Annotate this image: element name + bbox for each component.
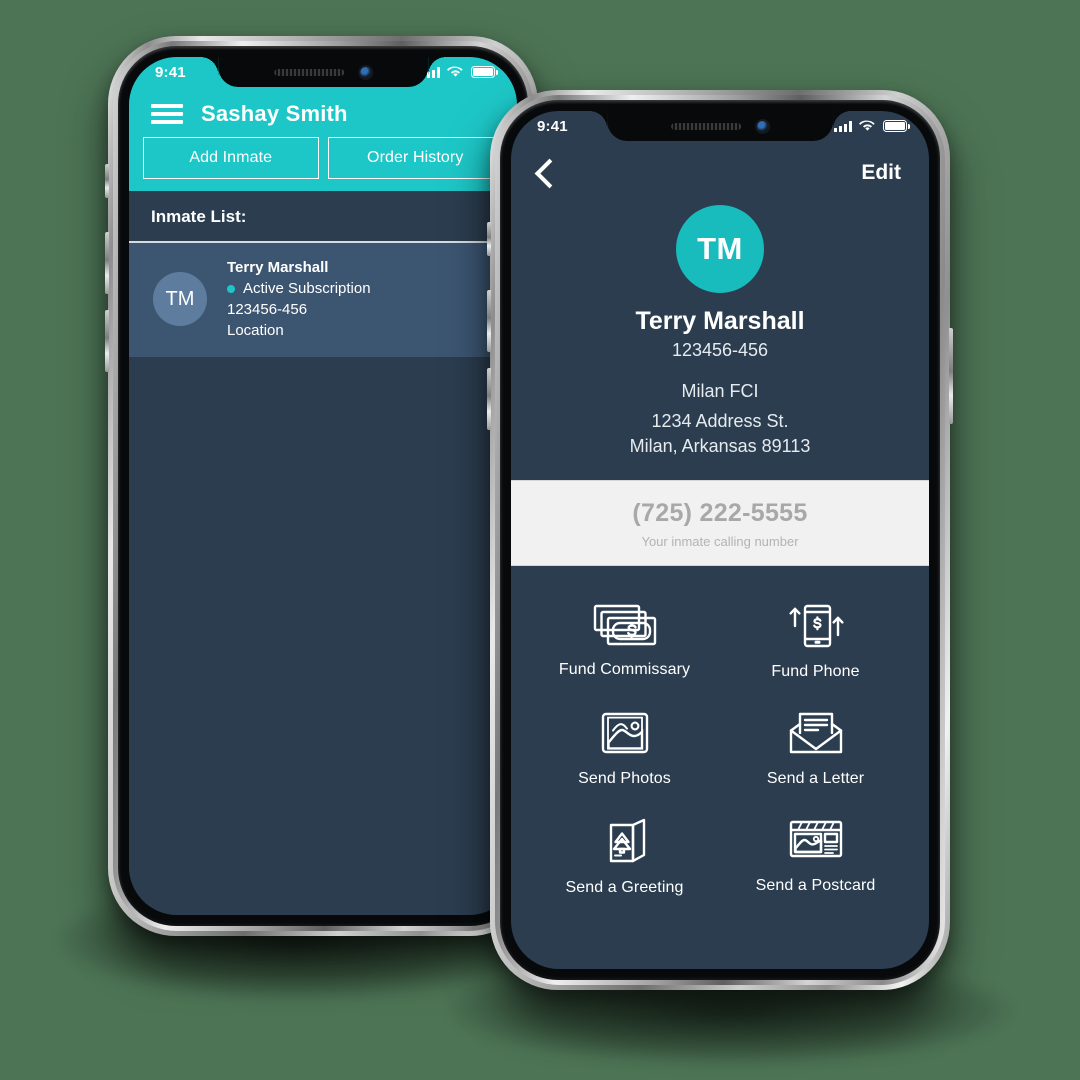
calling-number-caption: Your inmate calling number [641,533,799,549]
inmate-id: 123456-456 [227,301,308,318]
profile-name: Terry Marshall [635,307,805,335]
left-list-empty-area [129,357,517,877]
battery-icon [471,66,498,78]
send-a-postcard-action[interactable]: Send a Postcard [720,806,911,911]
greeting-card-icon [609,818,645,863]
profile-nav-row: Edit [511,141,929,189]
right-phone-volume-down-button[interactable] [487,368,491,430]
action-label: Send a Greeting [565,878,684,896]
status-time: 9:41 [537,117,568,135]
left-phone-volume-up-button[interactable] [105,232,109,294]
address-line-2: Milan, Arkansas 89113 [629,435,811,456]
battery-icon [883,120,910,132]
inmate-list-header: Inmate List: [129,191,517,241]
front-camera-icon [360,66,372,78]
action-label: Send Photos [578,769,671,787]
earpiece-speaker-icon [671,122,742,130]
status-badge: Active Subscription [227,280,371,297]
inmate-location: Location [227,322,284,339]
calling-number-card[interactable]: (725) 222-5555 Your inmate calling numbe… [511,479,929,566]
left-phone-notch [200,57,446,87]
status-dot-icon [227,284,235,293]
address-line-1: 1234 Address St. [651,411,789,432]
earpiece-speaker-icon [274,68,345,76]
wifi-icon [447,66,463,77]
inmate-name: Terry Marshall [227,259,329,276]
left-action-buttons: Add Inmate Order History [129,137,517,179]
photo-icon [601,712,648,754]
action-label: Send a Postcard [755,876,876,894]
edit-button[interactable]: Edit [861,161,901,185]
action-grid: Fund Commissary Fund Phone Send Photos S… [511,566,929,923]
avatar: TM [676,205,764,293]
left-phone-volume-down-button[interactable] [105,310,109,372]
hamburger-menu-icon[interactable] [151,103,183,125]
left-nav-row: Sashay Smith [129,87,517,137]
left-phone-screen: 9:41 Sashay Smith Add Inmate Order Histo… [129,57,517,915]
fund-phone-action[interactable]: Fund Phone [720,592,911,695]
cash-bills-icon [593,604,656,646]
right-phone-volume-up-button[interactable] [487,290,491,352]
phone-dollar-icon [788,604,844,648]
scene: 9:41 Sashay Smith Add Inmate Order Histo… [0,0,1080,1080]
profile-id: 123456-456 [671,340,769,360]
right-phone: 9:41 Edit TM Terry Marshall 123456-456 M… [487,90,953,990]
action-label: Send a Letter [766,769,865,787]
list-item[interactable]: TM Terry Marshall Active Subscription 12… [129,243,517,357]
chevron-left-icon[interactable] [534,158,565,188]
add-inmate-button[interactable]: Add Inmate [143,137,319,179]
right-phone-silence-switch[interactable] [487,222,491,256]
send-a-letter-action[interactable]: Send a Letter [720,699,911,802]
status-label: Active Subscription [243,280,371,297]
wifi-icon [859,120,875,131]
fund-commissary-action[interactable]: Fund Commissary [529,592,720,695]
profile-screen: 9:41 Edit TM Terry Marshall 123456-456 M… [511,111,929,969]
list-divider [129,241,517,243]
right-phone-power-button[interactable] [949,328,953,424]
postcard-icon [789,820,842,858]
left-phone-silence-switch[interactable] [105,164,109,198]
profile-address: Milan FCI 1234 Address St. Milan, Arkans… [511,379,929,458]
facility-name: Milan FCI [681,381,759,401]
action-label: Fund Commissary [558,660,691,678]
action-label: Fund Phone [771,662,860,680]
send-a-greeting-action[interactable]: Send a Greeting [529,806,720,911]
right-phone-screen: 9:41 Edit TM Terry Marshall 123456-456 M… [511,111,929,969]
front-camera-icon [757,120,769,132]
order-history-button[interactable]: Order History [327,137,503,179]
left-phone: 9:41 Sashay Smith Add Inmate Order Histo… [105,36,541,936]
page-title: Sashay Smith [201,101,348,126]
inmate-details: Terry Marshall Active Subscription 12345… [227,259,371,339]
calling-number: (725) 222-5555 [632,498,808,527]
send-photos-action[interactable]: Send Photos [529,699,720,802]
status-time: 9:41 [155,63,186,81]
avatar: TM [153,272,207,326]
right-phone-notch [589,111,851,141]
envelope-letter-icon [789,712,842,754]
